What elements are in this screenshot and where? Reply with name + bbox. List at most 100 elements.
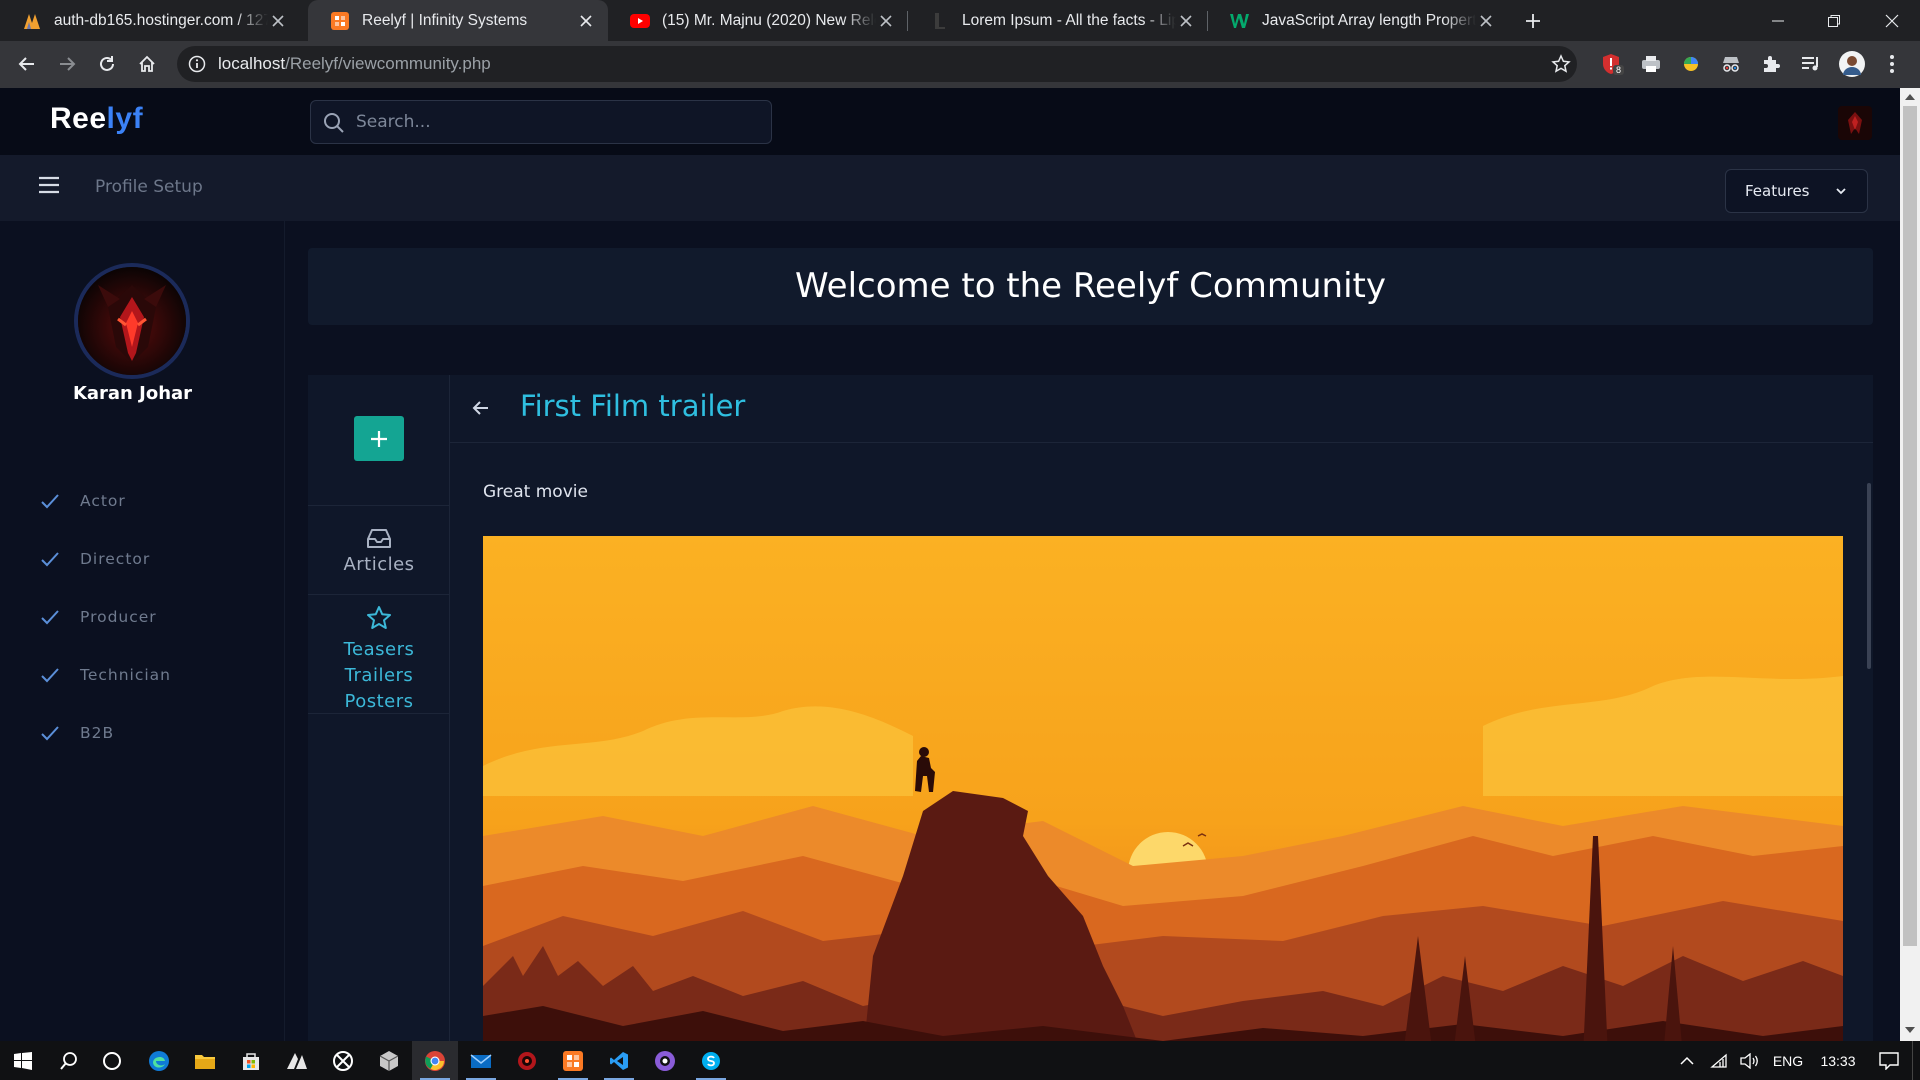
media-control-button[interactable] bbox=[1795, 48, 1827, 80]
close-icon[interactable] bbox=[876, 11, 896, 31]
sidebar-item-actor[interactable]: Actor bbox=[40, 491, 126, 511]
chevron-up-icon[interactable] bbox=[1670, 1056, 1704, 1066]
phpmyadmin-icon bbox=[22, 11, 42, 31]
sidebar-item-technician[interactable]: Technician bbox=[40, 665, 171, 685]
close-window-button[interactable] bbox=[1864, 0, 1920, 41]
home-icon bbox=[139, 55, 155, 72]
tab-lipsum[interactable]: Lorem Ipsum - All the facts - Lipsum bbox=[908, 0, 1208, 41]
notification-icon[interactable] bbox=[1866, 1051, 1912, 1070]
browser-toolbar: localhost/Reelyf/viewcommunity.php 8 bbox=[0, 41, 1920, 88]
chevron-down-icon bbox=[1835, 185, 1847, 197]
info-icon[interactable] bbox=[187, 54, 207, 74]
cortana-icon bbox=[103, 1051, 121, 1070]
spy-icon bbox=[1723, 57, 1739, 72]
extension-drive[interactable] bbox=[1635, 48, 1667, 80]
close-icon[interactable] bbox=[1176, 11, 1196, 31]
start-button[interactable] bbox=[0, 1041, 46, 1080]
arrow-right-icon bbox=[60, 57, 76, 71]
close-icon[interactable] bbox=[1476, 11, 1496, 31]
tab-reelyf[interactable]: Reelyf | Infinity Systems bbox=[308, 0, 608, 41]
taskbar-edge[interactable] bbox=[136, 1041, 182, 1080]
taskbar-xbox[interactable] bbox=[320, 1041, 366, 1080]
media-label-trailers: Trailers bbox=[344, 665, 414, 686]
taskbar-github[interactable] bbox=[642, 1041, 688, 1080]
language-indicator[interactable]: ENG bbox=[1766, 1053, 1810, 1069]
url-host: localhost bbox=[218, 54, 286, 73]
search-icon bbox=[60, 1051, 77, 1070]
taskbar-app-cube[interactable] bbox=[366, 1041, 412, 1080]
profile-avatar[interactable] bbox=[74, 263, 190, 379]
extensions-button[interactable] bbox=[1755, 48, 1787, 80]
sidebar-item-b2b[interactable]: B2B bbox=[40, 723, 114, 743]
tab-title: (15) Mr. Majnu (2020) New Release bbox=[662, 11, 876, 29]
lipsum-icon bbox=[930, 11, 950, 31]
clock[interactable]: 13:33 bbox=[1810, 1053, 1866, 1069]
tab-title: auth-db165.hostinger.com / 127.0.0.1 bbox=[54, 11, 268, 29]
taskbar-app-red[interactable] bbox=[504, 1041, 550, 1080]
minimize-button[interactable] bbox=[1750, 0, 1806, 41]
taskbar-store[interactable] bbox=[228, 1041, 274, 1080]
taskbar-mail[interactable] bbox=[458, 1041, 504, 1080]
category-column: Articles Teasers Trailers Posters bbox=[308, 375, 450, 1041]
inner-scrollbar[interactable] bbox=[1867, 483, 1871, 669]
sub-header: Profile Setup Features bbox=[0, 155, 1900, 221]
browser-tab-strip: auth-db165.hostinger.com / 127.0.0.1 Ree… bbox=[0, 0, 1920, 41]
category-articles[interactable]: Articles bbox=[308, 506, 450, 594]
address-bar[interactable]: localhost/Reelyf/viewcommunity.php bbox=[177, 46, 1577, 82]
wifi-icon[interactable] bbox=[1704, 1053, 1734, 1069]
search-input[interactable] bbox=[356, 101, 756, 143]
close-icon[interactable] bbox=[268, 11, 288, 31]
features-label: Features bbox=[1745, 182, 1810, 200]
new-tab-button[interactable] bbox=[1520, 8, 1546, 34]
features-dropdown[interactable]: Features bbox=[1725, 169, 1868, 213]
tab-youtube[interactable]: (15) Mr. Majnu (2020) New Release bbox=[608, 0, 908, 41]
taskbar-app-a[interactable] bbox=[274, 1041, 320, 1080]
tab-w3schools[interactable]: JavaScript Array length Property bbox=[1208, 0, 1508, 41]
category-media[interactable]: Teasers Trailers Posters bbox=[308, 595, 450, 713]
close-icon[interactable] bbox=[576, 11, 596, 31]
header-avatar[interactable] bbox=[1838, 106, 1872, 140]
extension-incognito[interactable] bbox=[1715, 48, 1747, 80]
url-text[interactable]: localhost/Reelyf/viewcommunity.php bbox=[218, 54, 491, 74]
puzzle-icon bbox=[1764, 56, 1780, 72]
taskbar-search-button[interactable] bbox=[46, 1041, 92, 1080]
windows-icon bbox=[14, 1051, 32, 1070]
extension-adblock[interactable]: 8 bbox=[1595, 48, 1627, 80]
sidebar-item-label: Technician bbox=[80, 666, 171, 684]
sidebar-item-director[interactable]: Director bbox=[40, 549, 150, 569]
reload-button[interactable] bbox=[91, 48, 123, 80]
taskbar-file-explorer[interactable] bbox=[182, 1041, 228, 1080]
reelyf-logo[interactable]: Reelyf bbox=[50, 102, 143, 136]
scrollbar-thumb[interactable] bbox=[1903, 106, 1917, 946]
taskbar-chrome[interactable] bbox=[412, 1041, 458, 1080]
profile-button[interactable] bbox=[1836, 48, 1868, 80]
tab-phpmyadmin[interactable]: auth-db165.hostinger.com / 127.0.0.1 bbox=[0, 0, 300, 41]
page-scrollbar[interactable] bbox=[1900, 88, 1920, 1041]
menu-icon[interactable] bbox=[38, 175, 64, 201]
bookmark-star-button[interactable] bbox=[1545, 48, 1577, 80]
restore-button[interactable] bbox=[1806, 0, 1862, 41]
check-icon bbox=[40, 723, 60, 743]
xampp-icon bbox=[330, 11, 350, 31]
show-desktop-button[interactable] bbox=[1912, 1041, 1920, 1080]
taskbar-vscode[interactable] bbox=[596, 1041, 642, 1080]
github-desktop-icon bbox=[655, 1050, 675, 1071]
scroll-down-icon[interactable] bbox=[1905, 1027, 1915, 1033]
back-button[interactable] bbox=[11, 48, 43, 80]
forward-button[interactable] bbox=[51, 48, 83, 80]
taskbar-xampp[interactable] bbox=[550, 1041, 596, 1080]
search-box[interactable] bbox=[310, 100, 772, 144]
welcome-heading: Welcome to the Reelyf Community bbox=[795, 266, 1386, 306]
back-arrow-icon[interactable] bbox=[472, 399, 490, 417]
task-view-button[interactable] bbox=[89, 1041, 135, 1080]
sidebar-item-producer[interactable]: Producer bbox=[40, 607, 157, 627]
app-red-icon bbox=[518, 1051, 536, 1070]
home-button[interactable] bbox=[131, 48, 163, 80]
post-image[interactable] bbox=[483, 536, 1843, 1041]
taskbar-skype[interactable] bbox=[688, 1041, 734, 1080]
extension-color[interactable] bbox=[1675, 48, 1707, 80]
scroll-up-icon[interactable] bbox=[1905, 94, 1915, 100]
browser-menu-button[interactable] bbox=[1876, 48, 1908, 80]
add-post-button[interactable] bbox=[354, 416, 404, 461]
volume-icon[interactable] bbox=[1734, 1052, 1766, 1069]
